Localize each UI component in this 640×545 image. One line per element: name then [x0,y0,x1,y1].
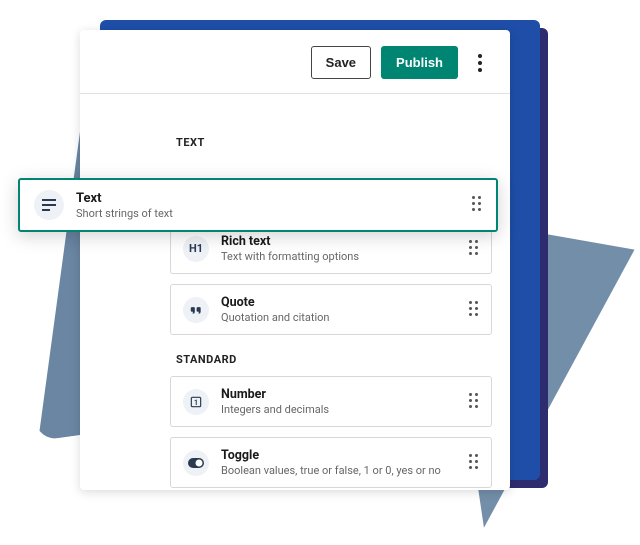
item-title: Rich text [221,234,457,249]
toggle-icon [183,450,209,476]
drag-handle-icon[interactable] [469,301,483,319]
drag-handle-icon[interactable] [469,454,483,472]
heading-icon: H1 [183,236,209,262]
item-title: Toggle [221,448,457,463]
drag-handle-icon[interactable] [469,240,483,258]
section-label-text: TEXT [176,136,492,149]
item-desc: Quotation and citation [221,311,457,324]
item-desc: Integers and decimals [221,403,457,416]
item-desc: Short strings of text [76,207,460,220]
more-options-icon[interactable] [468,51,492,75]
drag-handle-icon[interactable] [472,196,486,214]
section-label-standard: STANDARD [176,353,492,366]
list-item-number[interactable]: 1 Number Integers and decimals [170,376,492,427]
item-title: Number [221,387,457,402]
list-item-toggle[interactable]: Toggle Boolean values, true or false, 1 … [170,437,492,488]
list-item-quote[interactable]: Quote Quotation and citation [170,284,492,335]
list-item-text-selected[interactable]: Text Short strings of text [18,178,498,232]
drag-handle-icon[interactable] [469,393,483,411]
editor-panel: Save Publish TEXT H1 Rich text Text with… [80,30,510,490]
item-desc: Boolean values, true or false, 1 or 0, y… [221,464,457,477]
number-icon: 1 [183,389,209,415]
field-type-list: TEXT H1 Rich text Text with formatting o… [80,94,510,488]
publish-button[interactable]: Publish [381,46,458,79]
toolbar: Save Publish [80,30,510,94]
svg-text:1: 1 [194,398,198,406]
quote-icon [183,297,209,323]
item-desc: Text with formatting options [221,250,457,263]
item-title: Quote [221,295,457,310]
item-title: Text [76,191,460,206]
text-icon [34,190,64,220]
save-button[interactable]: Save [311,46,371,79]
